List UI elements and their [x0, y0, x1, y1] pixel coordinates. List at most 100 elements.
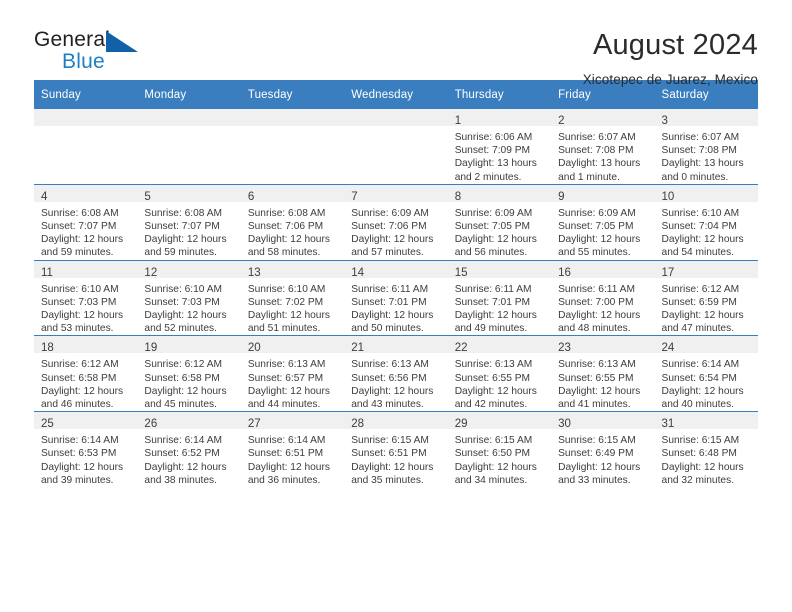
day-sun-info: Sunrise: 6:07 AM Sunset: 7:08 PM Daylight:… — [655, 126, 758, 184]
daylight-duration-line1: Daylight: 12 hours — [351, 461, 434, 473]
calendar-day-cell[interactable]: 16 Sunrise: 6:11 AM Sunset: 7:00 PM Dayligh… — [551, 259, 655, 336]
calendar-day-cell[interactable]: 11 Sunrise: 6:10 AM Sunset: 7:03 PM Dayligh… — [34, 259, 138, 336]
sunset-time: Sunset: 6:58 PM — [144, 372, 220, 384]
calendar-day-cell[interactable]: 22 Sunrise: 6:13 AM Sunset: 6:55 PM Dayligh… — [447, 335, 552, 412]
sunset-time: Sunset: 6:49 PM — [558, 448, 634, 460]
brand-triangle-icon — [106, 31, 138, 52]
sunrise-time: Sunrise: 6:10 AM — [247, 283, 326, 295]
day-cell-content: 19 Sunrise: 6:12 AM Sunset: 6:58 PM Dayligh… — [137, 336, 241, 411]
calendar-day-cell[interactable]: 17 Sunrise: 6:12 AM Sunset: 6:59 PM Dayligh… — [654, 259, 758, 336]
day-sun-info: Sunrise: 6:11 AM Sunset: 7:01 PM Daylight:… — [344, 278, 447, 336]
day-number: 10 — [661, 190, 675, 203]
calendar-day-cell[interactable]: 2 Sunrise: 6:07 AM Sunset: 7:08 PM Daylight… — [551, 109, 655, 185]
daylight-duration-line2: and 1 minute. — [558, 171, 620, 183]
day-sun-info: Sunrise: 6:10 AM Sunset: 7:03 PM Daylight:… — [137, 278, 240, 336]
sunset-time: Sunset: 7:06 PM — [351, 221, 427, 233]
day-sun-info: Sunrise: 6:13 AM Sunset: 6:56 PM Daylight:… — [344, 353, 447, 411]
calendar-day-cell[interactable]: 5 Sunrise: 6:08 AM Sunset: 7:07 PM Daylight… — [137, 183, 241, 261]
calendar-day-cell[interactable]: 8 Sunrise: 6:09 AM Sunset: 7:05 PM Daylight… — [447, 183, 552, 261]
calendar-day-cell[interactable]: 21 Sunrise: 6:13 AM Sunset: 6:56 PM Dayligh… — [344, 335, 448, 412]
sunset-time: Sunset: 7:09 PM — [454, 145, 531, 157]
calendar-day-cell[interactable]: 10 Sunrise: 6:10 AM Sunset: 7:04 PM Dayligh… — [654, 183, 758, 261]
day-number-band: 28 — [344, 412, 448, 430]
day-sun-info: Sunrise: 6:13 AM Sunset: 6:55 PM Daylight:… — [551, 353, 654, 411]
sunrise-time: Sunrise: 6:11 AM — [454, 283, 532, 295]
calendar-day-cell[interactable]: 25 Sunrise: 6:14 AM Sunset: 6:53 PM Dayligh… — [34, 411, 138, 488]
day-number: 12 — [144, 266, 158, 279]
day-number: 14 — [351, 266, 365, 279]
daylight-duration-line2: and 36 minutes. — [247, 474, 321, 486]
day-number: 17 — [661, 266, 675, 279]
calendar-day-cell[interactable]: 28 Sunrise: 6:15 AM Sunset: 6:51 PM Dayligh… — [344, 411, 448, 488]
daylight-duration-line1: Daylight: 12 hours — [661, 461, 744, 473]
general-blue-logo[interactable]: General Blue — [34, 28, 144, 78]
calendar-day-cell[interactable]: 24 Sunrise: 6:14 AM Sunset: 6:54 PM Dayligh… — [654, 335, 758, 412]
sunset-time: Sunset: 6:50 PM — [454, 448, 531, 460]
calendar-day-cell[interactable]: 18 Sunrise: 6:12 AM Sunset: 6:58 PM Dayligh… — [34, 335, 138, 412]
sunrise-time: Sunrise: 6:09 AM — [454, 207, 533, 219]
calendar-day-cell[interactable]: 19 Sunrise: 6:12 AM Sunset: 6:58 PM Dayligh… — [137, 335, 241, 412]
weekday-header-sunday: Sunday — [34, 80, 138, 109]
day-sun-info: Sunrise: 6:15 AM Sunset: 6:49 PM Daylight:… — [551, 429, 654, 487]
sunrise-time: Sunrise: 6:10 AM — [661, 207, 740, 219]
day-sun-info: Sunrise: 6:14 AM Sunset: 6:51 PM Daylight:… — [241, 429, 344, 487]
sunrise-time: Sunrise: 6:10 AM — [41, 283, 119, 295]
daylight-duration-line1: Daylight: 12 hours — [661, 310, 744, 322]
sunset-time: Sunset: 6:48 PM — [661, 448, 737, 460]
daylight-duration-line1: Daylight: 13 hours — [661, 158, 744, 170]
day-sun-info: Sunrise: 6:13 AM Sunset: 6:55 PM Daylight:… — [448, 353, 551, 411]
calendar-day-cell[interactable]: 6 Sunrise: 6:08 AM Sunset: 7:06 PM Daylight… — [240, 183, 345, 261]
day-number-band: 27 — [240, 412, 345, 430]
day-cell-content — [344, 109, 448, 184]
daylight-duration-line2: and 50 minutes. — [351, 323, 424, 335]
calendar-day-cell[interactable]: 20 Sunrise: 6:13 AM Sunset: 6:57 PM Dayligh… — [240, 335, 345, 412]
day-cell-content: 20 Sunrise: 6:13 AM Sunset: 6:57 PM Dayligh… — [240, 336, 345, 411]
daylight-duration-line1: Daylight: 12 hours — [41, 234, 124, 246]
day-number: 8 — [454, 190, 462, 203]
day-number-band: 22 — [447, 336, 552, 354]
sunset-time: Sunset: 6:55 PM — [454, 372, 531, 384]
day-cell-content — [240, 109, 345, 184]
sunrise-time: Sunrise: 6:09 AM — [351, 207, 429, 219]
calendar-day-cell[interactable]: 30 Sunrise: 6:15 AM Sunset: 6:49 PM Dayligh… — [551, 411, 655, 488]
day-number: 6 — [247, 190, 255, 203]
day-number: 7 — [351, 190, 358, 203]
calendar-day-cell[interactable]: 27 Sunrise: 6:14 AM Sunset: 6:51 PM Dayligh… — [240, 411, 345, 488]
calendar-page: General Blue August 2024 Xicotepec de Ju… — [0, 0, 792, 612]
day-cell-content: 24 Sunrise: 6:14 AM Sunset: 6:54 PM Dayligh… — [654, 336, 758, 411]
day-cell-content: 30 Sunrise: 6:15 AM Sunset: 6:49 PM Dayligh… — [551, 412, 655, 487]
calendar-day-cell[interactable]: 1 Sunrise: 6:06 AM Sunset: 7:09 PM Daylight… — [447, 109, 552, 185]
calendar-day-cell[interactable]: 15 Sunrise: 6:11 AM Sunset: 7:01 PM Dayligh… — [447, 259, 552, 336]
calendar-day-cell[interactable]: 29 Sunrise: 6:15 AM Sunset: 6:50 PM Dayligh… — [447, 411, 552, 488]
calendar-day-cell[interactable]: 7 Sunrise: 6:09 AM Sunset: 7:06 PM Daylight… — [344, 183, 448, 261]
calendar-day-cell[interactable]: 26 Sunrise: 6:14 AM Sunset: 6:52 PM Dayligh… — [137, 411, 241, 488]
calendar-day-cell[interactable]: 14 Sunrise: 6:11 AM Sunset: 7:01 PM Dayligh… — [344, 259, 448, 336]
day-cell-content: 15 Sunrise: 6:11 AM Sunset: 7:01 PM Dayligh… — [447, 260, 552, 336]
day-number-band: 2 — [551, 109, 655, 127]
day-number: 4 — [41, 190, 48, 203]
calendar-day-cell[interactable]: 31 Sunrise: 6:15 AM Sunset: 6:48 PM Dayligh… — [654, 411, 758, 488]
day-sun-info: Sunrise: 6:15 AM Sunset: 6:50 PM Daylight:… — [448, 429, 551, 487]
day-sun-info: Sunrise: 6:10 AM Sunset: 7:03 PM Daylight:… — [34, 278, 137, 336]
daylight-duration-line1: Daylight: 12 hours — [558, 310, 641, 322]
daylight-duration-line1: Daylight: 12 hours — [454, 385, 537, 397]
sunset-time: Sunset: 6:58 PM — [41, 372, 117, 384]
day-cell-content: 22 Sunrise: 6:13 AM Sunset: 6:55 PM Dayligh… — [447, 336, 552, 411]
calendar-day-cell[interactable]: 23 Sunrise: 6:13 AM Sunset: 6:55 PM Dayligh… — [551, 335, 655, 412]
sunrise-time: Sunrise: 6:07 AM — [558, 132, 636, 143]
daylight-duration-line2: and 56 minutes. — [454, 247, 528, 259]
daylight-duration-line2: and 0 minutes. — [661, 171, 729, 183]
calendar-day-cell[interactable]: 9 Sunrise: 6:09 AM Sunset: 7:05 PM Daylight… — [551, 183, 655, 261]
sunset-time: Sunset: 7:06 PM — [247, 221, 324, 233]
calendar-day-cell[interactable]: 4 Sunrise: 6:08 AM Sunset: 7:07 PM Daylight… — [34, 183, 138, 261]
day-sun-info: Sunrise: 6:14 AM Sunset: 6:53 PM Daylight:… — [34, 429, 137, 487]
day-sun-info: Sunrise: 6:08 AM Sunset: 7:07 PM Daylight:… — [34, 202, 137, 260]
sunrise-time: Sunrise: 6:15 AM — [661, 435, 740, 447]
daylight-duration-line2: and 43 minutes. — [351, 399, 424, 411]
sunset-time: Sunset: 7:04 PM — [661, 221, 737, 233]
calendar-day-cell[interactable]: 3 Sunrise: 6:07 AM Sunset: 7:08 PM Daylight… — [654, 109, 758, 185]
calendar-day-cell[interactable]: 13 Sunrise: 6:10 AM Sunset: 7:02 PM Dayligh… — [240, 259, 345, 336]
calendar-day-cell[interactable]: 12 Sunrise: 6:10 AM Sunset: 7:03 PM Dayligh… — [137, 259, 241, 336]
day-sun-info: Sunrise: 6:15 AM Sunset: 6:51 PM Daylight:… — [344, 429, 447, 487]
sunset-time: Sunset: 6:52 PM — [144, 448, 220, 460]
